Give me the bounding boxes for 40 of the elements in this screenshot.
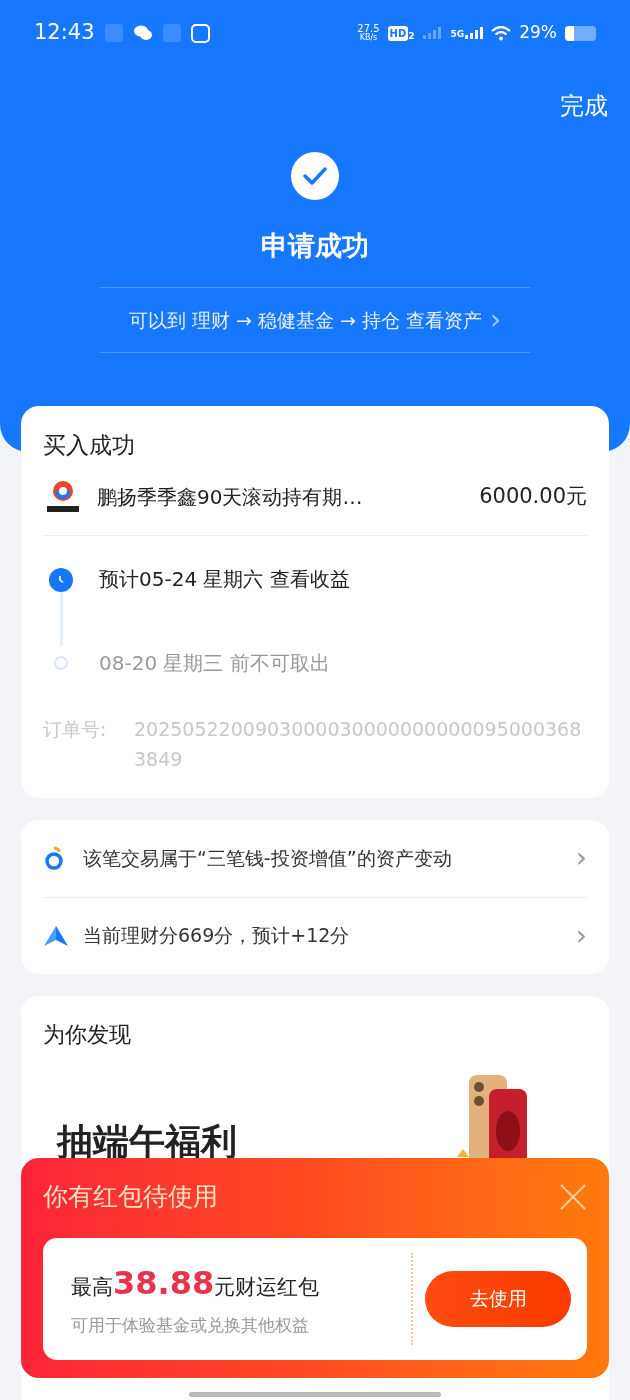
network-type: 5G bbox=[450, 30, 465, 39]
hd-badge: HD bbox=[387, 25, 409, 41]
use-button[interactable]: 去使用 bbox=[425, 1270, 571, 1327]
signal-icon bbox=[422, 27, 443, 39]
battery-percent: 29% bbox=[519, 21, 557, 45]
coupon-note: 可用于体验基金或兑换其他权益 bbox=[71, 1313, 310, 1337]
app-notification-icon bbox=[104, 24, 123, 42]
chevron-icon: › bbox=[575, 844, 587, 872]
chat-icon bbox=[132, 25, 153, 41]
close-icon[interactable] bbox=[559, 1182, 587, 1211]
status-time: 12:43 bbox=[34, 19, 95, 47]
chevron-icon: › bbox=[575, 921, 587, 950]
info-link-row[interactable]: 当前理财分669分，预计+12分 › bbox=[43, 896, 587, 974]
app-notification-icon bbox=[162, 24, 181, 42]
battery-icon bbox=[565, 25, 596, 41]
success-title: 申请成功 bbox=[261, 229, 369, 263]
info-link-text: 当前理财分669分，预计+12分 bbox=[83, 923, 350, 949]
coupon-amount-text: 最高38.88元财运红包 bbox=[71, 1262, 321, 1304]
done-button[interactable]: 完成 bbox=[560, 88, 608, 124]
signal-icon bbox=[465, 27, 484, 39]
triangle-logo-icon bbox=[43, 924, 69, 947]
asset-path-link[interactable]: 可以到 理财 → 稳健基金 → 持仓 查看资产 › bbox=[128, 287, 502, 352]
timeline-text: 08-20 星期三 前不可取出 bbox=[99, 649, 330, 677]
fund-amount: 6000.00元 bbox=[479, 482, 587, 510]
network-speed-unit: KB/s bbox=[359, 34, 378, 42]
wifi-icon bbox=[491, 25, 512, 41]
chevron-icon: › bbox=[489, 305, 502, 334]
card-title: 为你发现 bbox=[43, 1020, 132, 1049]
card-title: 买入成功 bbox=[43, 431, 136, 460]
info-link-text: 该笔交易属于“三笔钱-投资增值”的资产变动 bbox=[83, 845, 452, 871]
success-check-icon bbox=[291, 152, 339, 200]
fund-name: 鹏扬季季鑫90天滚动持有期… bbox=[97, 483, 363, 511]
hd-badge-index: 2 bbox=[408, 31, 415, 41]
popup-title: 你有红包待使用 bbox=[43, 1181, 218, 1213]
network-speed: 27.5 bbox=[357, 24, 380, 34]
info-link-row[interactable]: 该笔交易属于“三笔钱-投资增值”的资产变动 › bbox=[43, 819, 587, 897]
timeline-text: 预计05-24 星期六 查看收益 bbox=[99, 565, 350, 593]
ring-logo-icon bbox=[43, 846, 65, 870]
app-notification-icon bbox=[190, 23, 210, 43]
banner-title: 抽端午福利 bbox=[57, 1119, 237, 1164]
